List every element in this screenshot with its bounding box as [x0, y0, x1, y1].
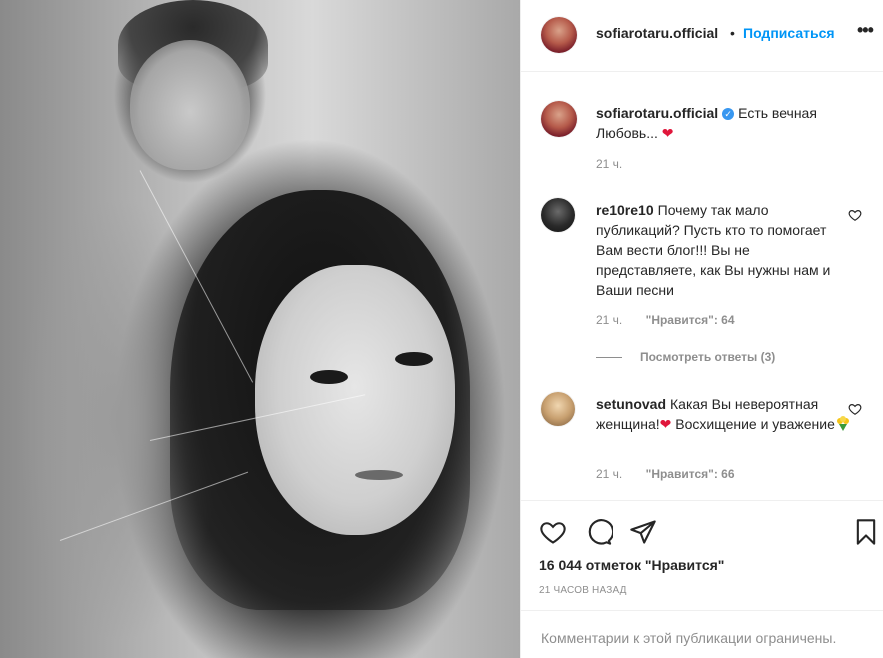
comment-text-continued: Восхищение и уважение — [675, 416, 835, 432]
photo-mouth — [355, 470, 403, 480]
follow-button[interactable]: Подписаться — [743, 25, 835, 41]
caption-author-username[interactable]: sofiarotaru.official — [596, 105, 718, 121]
photo-eye-left — [310, 370, 348, 384]
red-heart-emoji-icon: ❤ — [661, 125, 674, 141]
comment-likes-count[interactable]: "Нравится": 64 — [646, 313, 735, 327]
comment-likes-count[interactable]: "Нравится": 66 — [646, 467, 735, 481]
separator-dot: • — [730, 25, 735, 41]
heart-outline-icon[interactable] — [539, 518, 567, 546]
comment-text-block: re10re10 Почему так мало публикаций? Пуст… — [596, 200, 851, 300]
post-action-bar — [521, 500, 883, 560]
comment-text-block: setunovad Какая Вы невероятная женщина!❤ … — [596, 394, 851, 434]
author-username[interactable]: sofiarotaru.official — [596, 25, 718, 41]
comment-like-heart-icon[interactable] — [848, 402, 862, 416]
commenter-username[interactable]: setunovad — [596, 396, 666, 412]
view-replies-button[interactable]: Посмотреть ответы (3) — [596, 350, 775, 364]
bookmark-icon[interactable] — [852, 518, 880, 546]
replies-divider-line — [596, 357, 622, 359]
view-replies-label[interactable]: Посмотреть ответы (3) — [640, 350, 775, 364]
photo-background-figure-face — [130, 40, 250, 170]
comment-time[interactable]: 21 ч. — [596, 313, 622, 327]
author-avatar[interactable] — [541, 17, 577, 53]
comments-limited-text: Комментарии к этой публикации ограничены… — [541, 630, 837, 646]
caption-time[interactable]: 21 ч. — [596, 157, 622, 171]
bouquet-emoji-icon — [836, 416, 849, 431]
photo-woman-face — [255, 265, 455, 535]
likes-total[interactable]: 16 044 отметок "Нравится" — [539, 557, 724, 573]
comment-like-heart-icon[interactable] — [848, 208, 862, 222]
post-photo[interactable] — [0, 0, 520, 658]
post-header: sofiarotaru.official • Подписаться ••• — [521, 0, 883, 72]
red-heart-emoji-icon: ❤ — [659, 416, 672, 432]
more-options-icon[interactable]: ••• — [857, 20, 874, 41]
verified-badge-icon: ✓ — [722, 108, 735, 120]
commenter-avatar[interactable] — [541, 198, 575, 232]
commenter-username[interactable]: re10re10 — [596, 202, 654, 218]
caption-text-block: sofiarotaru.official ✓ Есть вечная Любовь.… — [596, 103, 851, 143]
post-side-panel: sofiarotaru.official • Подписаться ••• s… — [520, 0, 883, 658]
caption-author-avatar[interactable] — [541, 101, 577, 137]
comments-limited-notice: Комментарии к этой публикации ограничены… — [521, 610, 883, 658]
comment-meta: 21 ч. "Нравится": 66 — [596, 467, 735, 481]
commenter-avatar[interactable] — [541, 392, 575, 426]
comment-time[interactable]: 21 ч. — [596, 467, 622, 481]
speech-bubble-icon[interactable] — [585, 518, 613, 546]
paper-plane-icon[interactable] — [629, 518, 657, 546]
photo-eye-right — [395, 352, 433, 366]
comment-meta: 21 ч. "Нравится": 64 — [596, 313, 735, 327]
post-time-ago[interactable]: 21 ЧАСОВ НАЗАД — [539, 585, 627, 596]
